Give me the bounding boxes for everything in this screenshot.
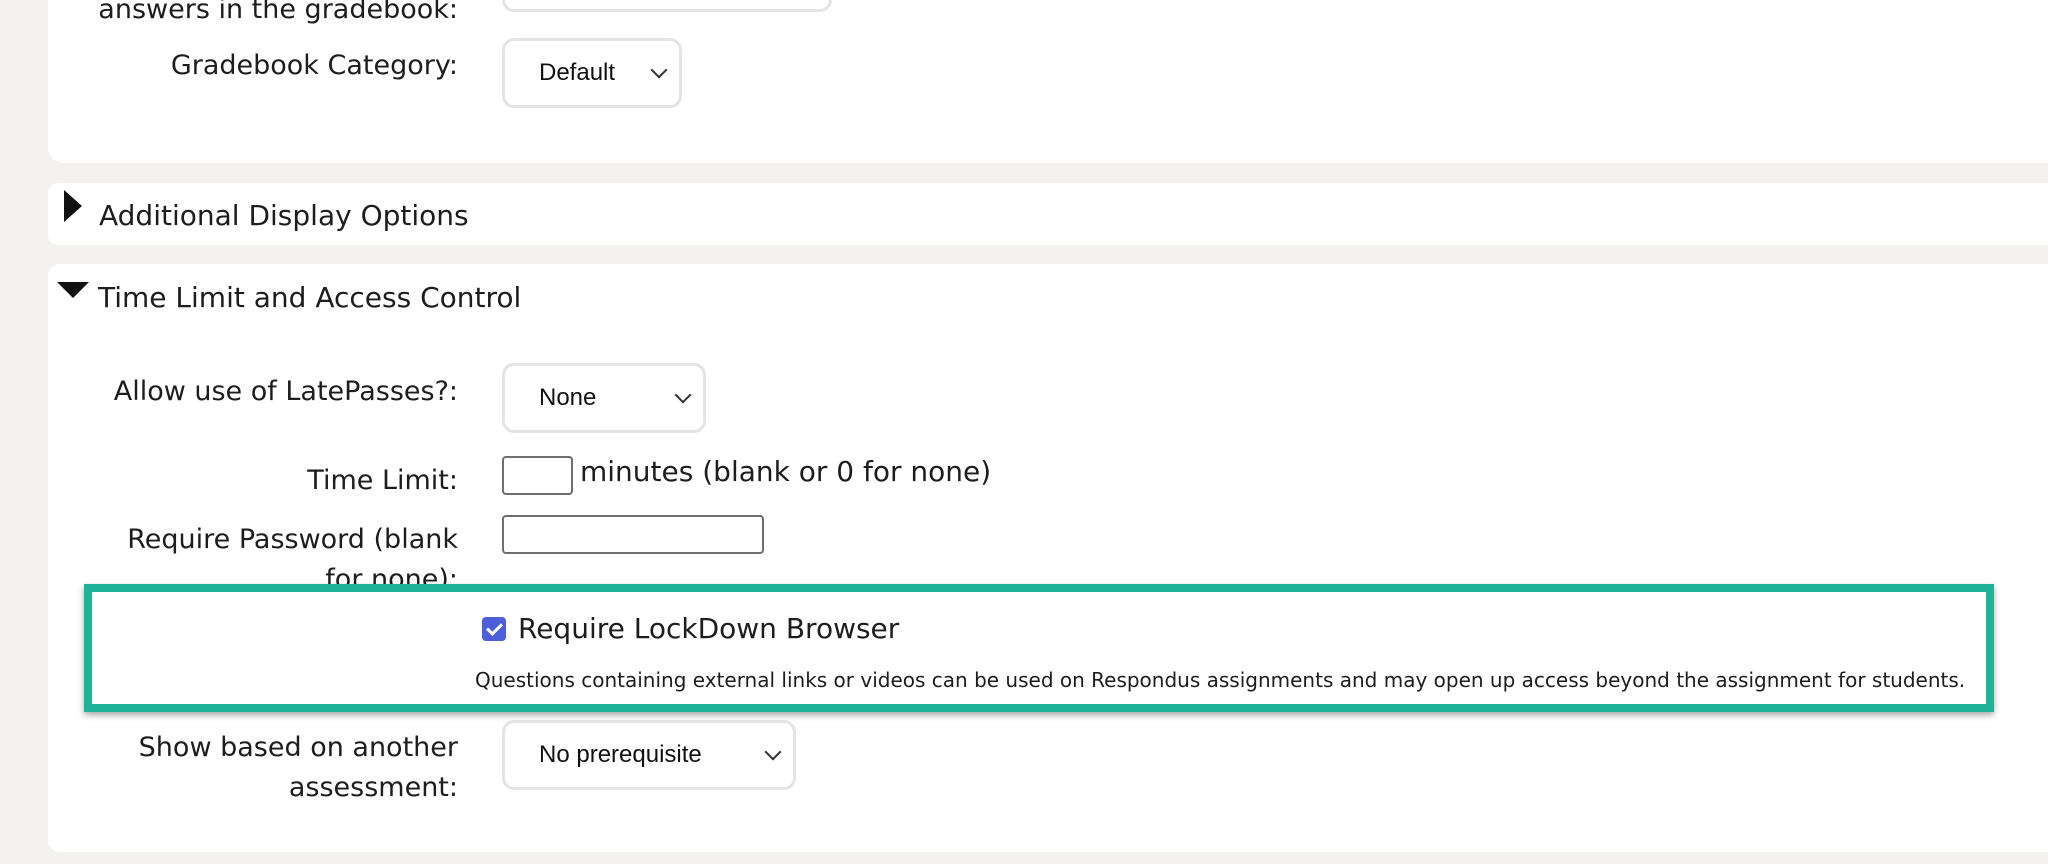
latepasses-label: Allow use of LatePasses?: — [113, 376, 458, 407]
lockdown-browser-note: Questions containing external links or v… — [475, 668, 1966, 692]
show-based-on-label-line2: assessment: — [288, 772, 458, 803]
latepasses-value: None — [539, 384, 597, 411]
time-limit-suffix: minutes (blank or 0 for none) — [580, 455, 992, 488]
chevron-down-icon — [650, 61, 668, 79]
lockdown-browser-label[interactable]: Require LockDown Browser — [518, 609, 899, 649]
partial-select-top[interactable] — [502, 0, 832, 12]
answers-in-gradebook-label: answers in the gradebook: — [98, 0, 458, 25]
require-password-input[interactable] — [502, 515, 764, 554]
time-limit-input[interactable] — [502, 456, 573, 495]
gradebook-category-select[interactable]: Default — [502, 38, 682, 108]
require-password-label-line1: Require Password (blank — [127, 524, 458, 555]
triangle-right-icon[interactable] — [64, 190, 82, 222]
time-limit-label: Time Limit: — [307, 465, 458, 496]
chevron-down-icon — [764, 743, 782, 761]
triangle-down-icon[interactable] — [57, 282, 89, 298]
time-limit-access-header[interactable]: Time Limit and Access Control — [98, 278, 521, 318]
show-based-on-label-line1: Show based on another — [138, 732, 458, 763]
latepasses-select[interactable]: None — [502, 363, 706, 433]
lockdown-browser-checkbox[interactable] — [482, 617, 506, 641]
chevron-down-icon — [674, 386, 692, 404]
show-based-on-label: Show based on another assessment: — [60, 728, 458, 808]
show-based-on-select[interactable]: No prerequisite — [502, 720, 796, 790]
show-based-on-value: No prerequisite — [539, 741, 702, 768]
additional-display-options-header[interactable]: Additional Display Options — [99, 196, 469, 236]
gradebook-category-label: Gradebook Category: — [170, 50, 458, 81]
gradebook-category-value: Default — [539, 59, 616, 86]
